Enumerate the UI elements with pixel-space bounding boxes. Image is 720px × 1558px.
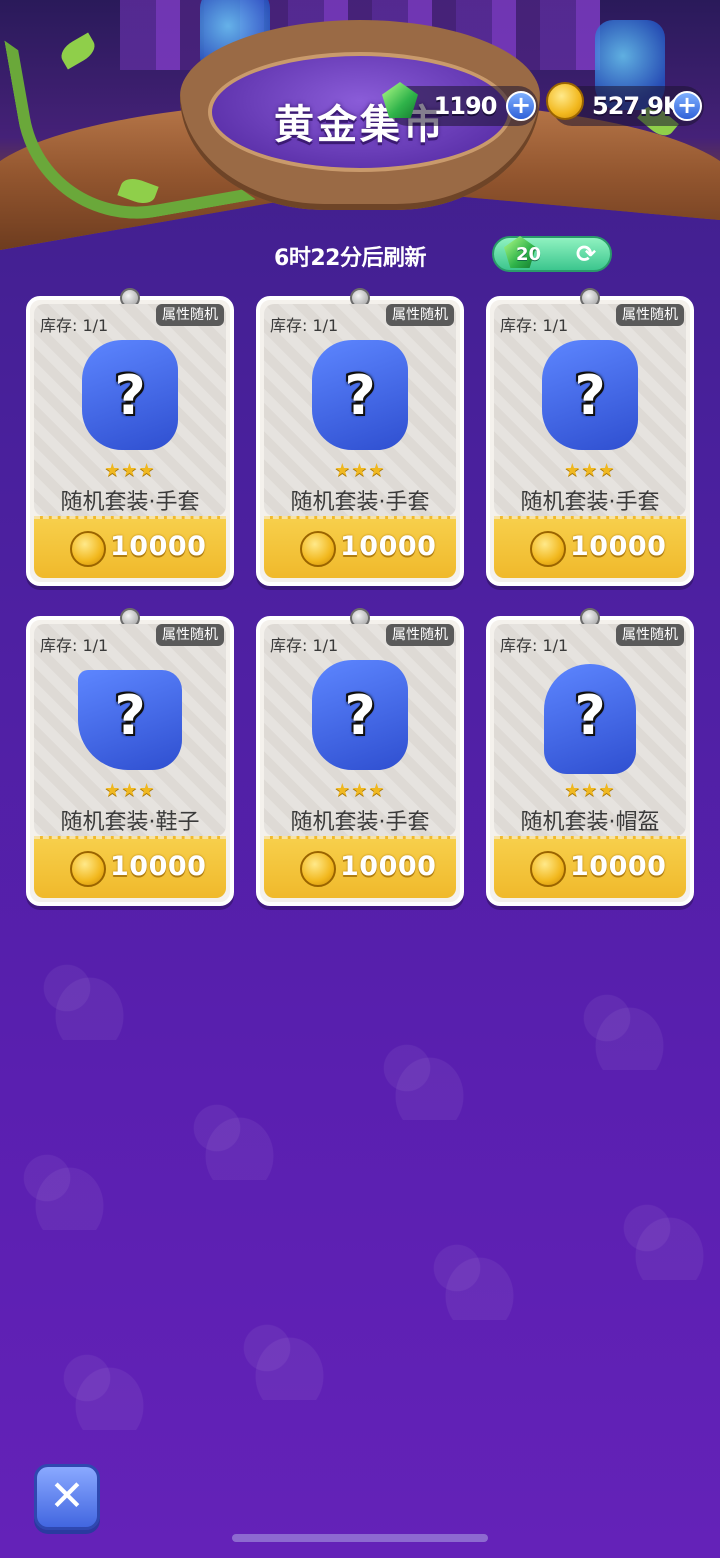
- home-indicator[interactable]: [232, 1534, 488, 1542]
- stock-label: 库存: 1/1: [40, 636, 109, 655]
- buy-button[interactable]: 10000: [494, 836, 686, 898]
- coin-icon: [546, 82, 590, 126]
- duck-decoration: [60, 1350, 150, 1430]
- refresh-icon: ⟳: [576, 240, 597, 268]
- question-mark-icon: ?: [344, 684, 376, 747]
- close-button[interactable]: ✕: [34, 1464, 100, 1530]
- question-mark-icon: ?: [114, 364, 146, 427]
- duck-decoration: [20, 1150, 110, 1230]
- star-rating: ★★★: [104, 780, 156, 801]
- duck-decoration: [430, 1240, 520, 1320]
- duck-decoration: [240, 1320, 330, 1400]
- item-name: 随机套装·手套: [520, 490, 660, 515]
- add-gems-button[interactable]: +: [506, 91, 536, 121]
- random-attribute-tag: 属性随机: [616, 624, 684, 646]
- duck-decoration: [620, 1200, 710, 1280]
- shop-item-card[interactable]: 库存: 1/1 属性随机 ? ★★★ 随机套装·帽盔 10000: [486, 608, 694, 906]
- coin-balance: 527.9K +: [546, 82, 704, 126]
- coin-icon: [300, 851, 336, 887]
- star-rating: ★★★: [564, 780, 616, 801]
- duck-decoration: [580, 990, 670, 1070]
- item-name: 随机套装·鞋子: [60, 810, 200, 835]
- star-rating: ★★★: [564, 460, 616, 481]
- price-amount: 10000: [570, 851, 667, 882]
- item-name: 随机套装·帽盔: [520, 810, 660, 835]
- refresh-cost: 20: [516, 244, 542, 265]
- duck-decoration: [380, 1040, 470, 1120]
- stock-label: 库存: 1/1: [270, 316, 339, 335]
- star-rating: ★★★: [334, 460, 386, 481]
- price-amount: 10000: [570, 531, 667, 562]
- coin-amount: 527.9K: [592, 92, 682, 120]
- question-mark-icon: ?: [574, 364, 606, 427]
- price-amount: 10000: [340, 531, 437, 562]
- random-attribute-tag: 属性随机: [616, 304, 684, 326]
- shop-item-card[interactable]: 库存: 1/1 属性随机 ? ★★★ 随机套装·手套 10000: [256, 608, 464, 906]
- price-amount: 10000: [110, 531, 207, 562]
- duck-decoration: [40, 960, 130, 1040]
- gem-icon: [382, 82, 426, 126]
- gem-balance: 1190 +: [382, 82, 538, 126]
- coin-icon: [70, 851, 106, 887]
- item-name: 随机套装·手套: [290, 490, 430, 515]
- buy-button[interactable]: 10000: [264, 836, 456, 898]
- random-attribute-tag: 属性随机: [156, 304, 224, 326]
- buy-button[interactable]: 10000: [494, 516, 686, 578]
- coin-icon: [530, 851, 566, 887]
- coin-icon: [300, 531, 336, 567]
- stock-label: 库存: 1/1: [500, 316, 569, 335]
- duck-decoration: [190, 1100, 280, 1180]
- random-attribute-tag: 属性随机: [156, 624, 224, 646]
- item-name: 随机套装·手套: [60, 490, 200, 515]
- refresh-countdown: 6时22分后刷新: [274, 246, 426, 271]
- gem-amount: 1190: [433, 92, 498, 120]
- buy-button[interactable]: 10000: [34, 516, 226, 578]
- price-amount: 10000: [110, 851, 207, 882]
- stock-label: 库存: 1/1: [500, 636, 569, 655]
- coin-icon: [530, 531, 566, 567]
- shop-item-card[interactable]: 库存: 1/1 属性随机 ? ★★★ 随机套装·鞋子 10000: [26, 608, 234, 906]
- buy-button[interactable]: 10000: [34, 836, 226, 898]
- star-rating: ★★★: [334, 780, 386, 801]
- stock-label: 库存: 1/1: [40, 316, 109, 335]
- random-attribute-tag: 属性随机: [386, 304, 454, 326]
- random-attribute-tag: 属性随机: [386, 624, 454, 646]
- shop-item-card[interactable]: 库存: 1/1 属性随机 ? ★★★ 随机套装·手套 10000: [256, 288, 464, 586]
- question-mark-icon: ?: [574, 684, 606, 747]
- price-amount: 10000: [340, 851, 437, 882]
- question-mark-icon: ?: [344, 364, 376, 427]
- stock-label: 库存: 1/1: [270, 636, 339, 655]
- coin-icon: [70, 531, 106, 567]
- question-mark-icon: ?: [114, 684, 146, 747]
- item-name: 随机套装·手套: [290, 810, 430, 835]
- shop-item-card[interactable]: 库存: 1/1 属性随机 ? ★★★ 随机套装·手套 10000: [26, 288, 234, 586]
- shop-item-card[interactable]: 库存: 1/1 属性随机 ? ★★★ 随机套装·手套 10000: [486, 288, 694, 586]
- add-coins-button[interactable]: +: [672, 91, 702, 121]
- star-rating: ★★★: [104, 460, 156, 481]
- refresh-button[interactable]: 20 ⟳: [492, 236, 612, 272]
- close-icon: ✕: [49, 1471, 85, 1520]
- buy-button[interactable]: 10000: [264, 516, 456, 578]
